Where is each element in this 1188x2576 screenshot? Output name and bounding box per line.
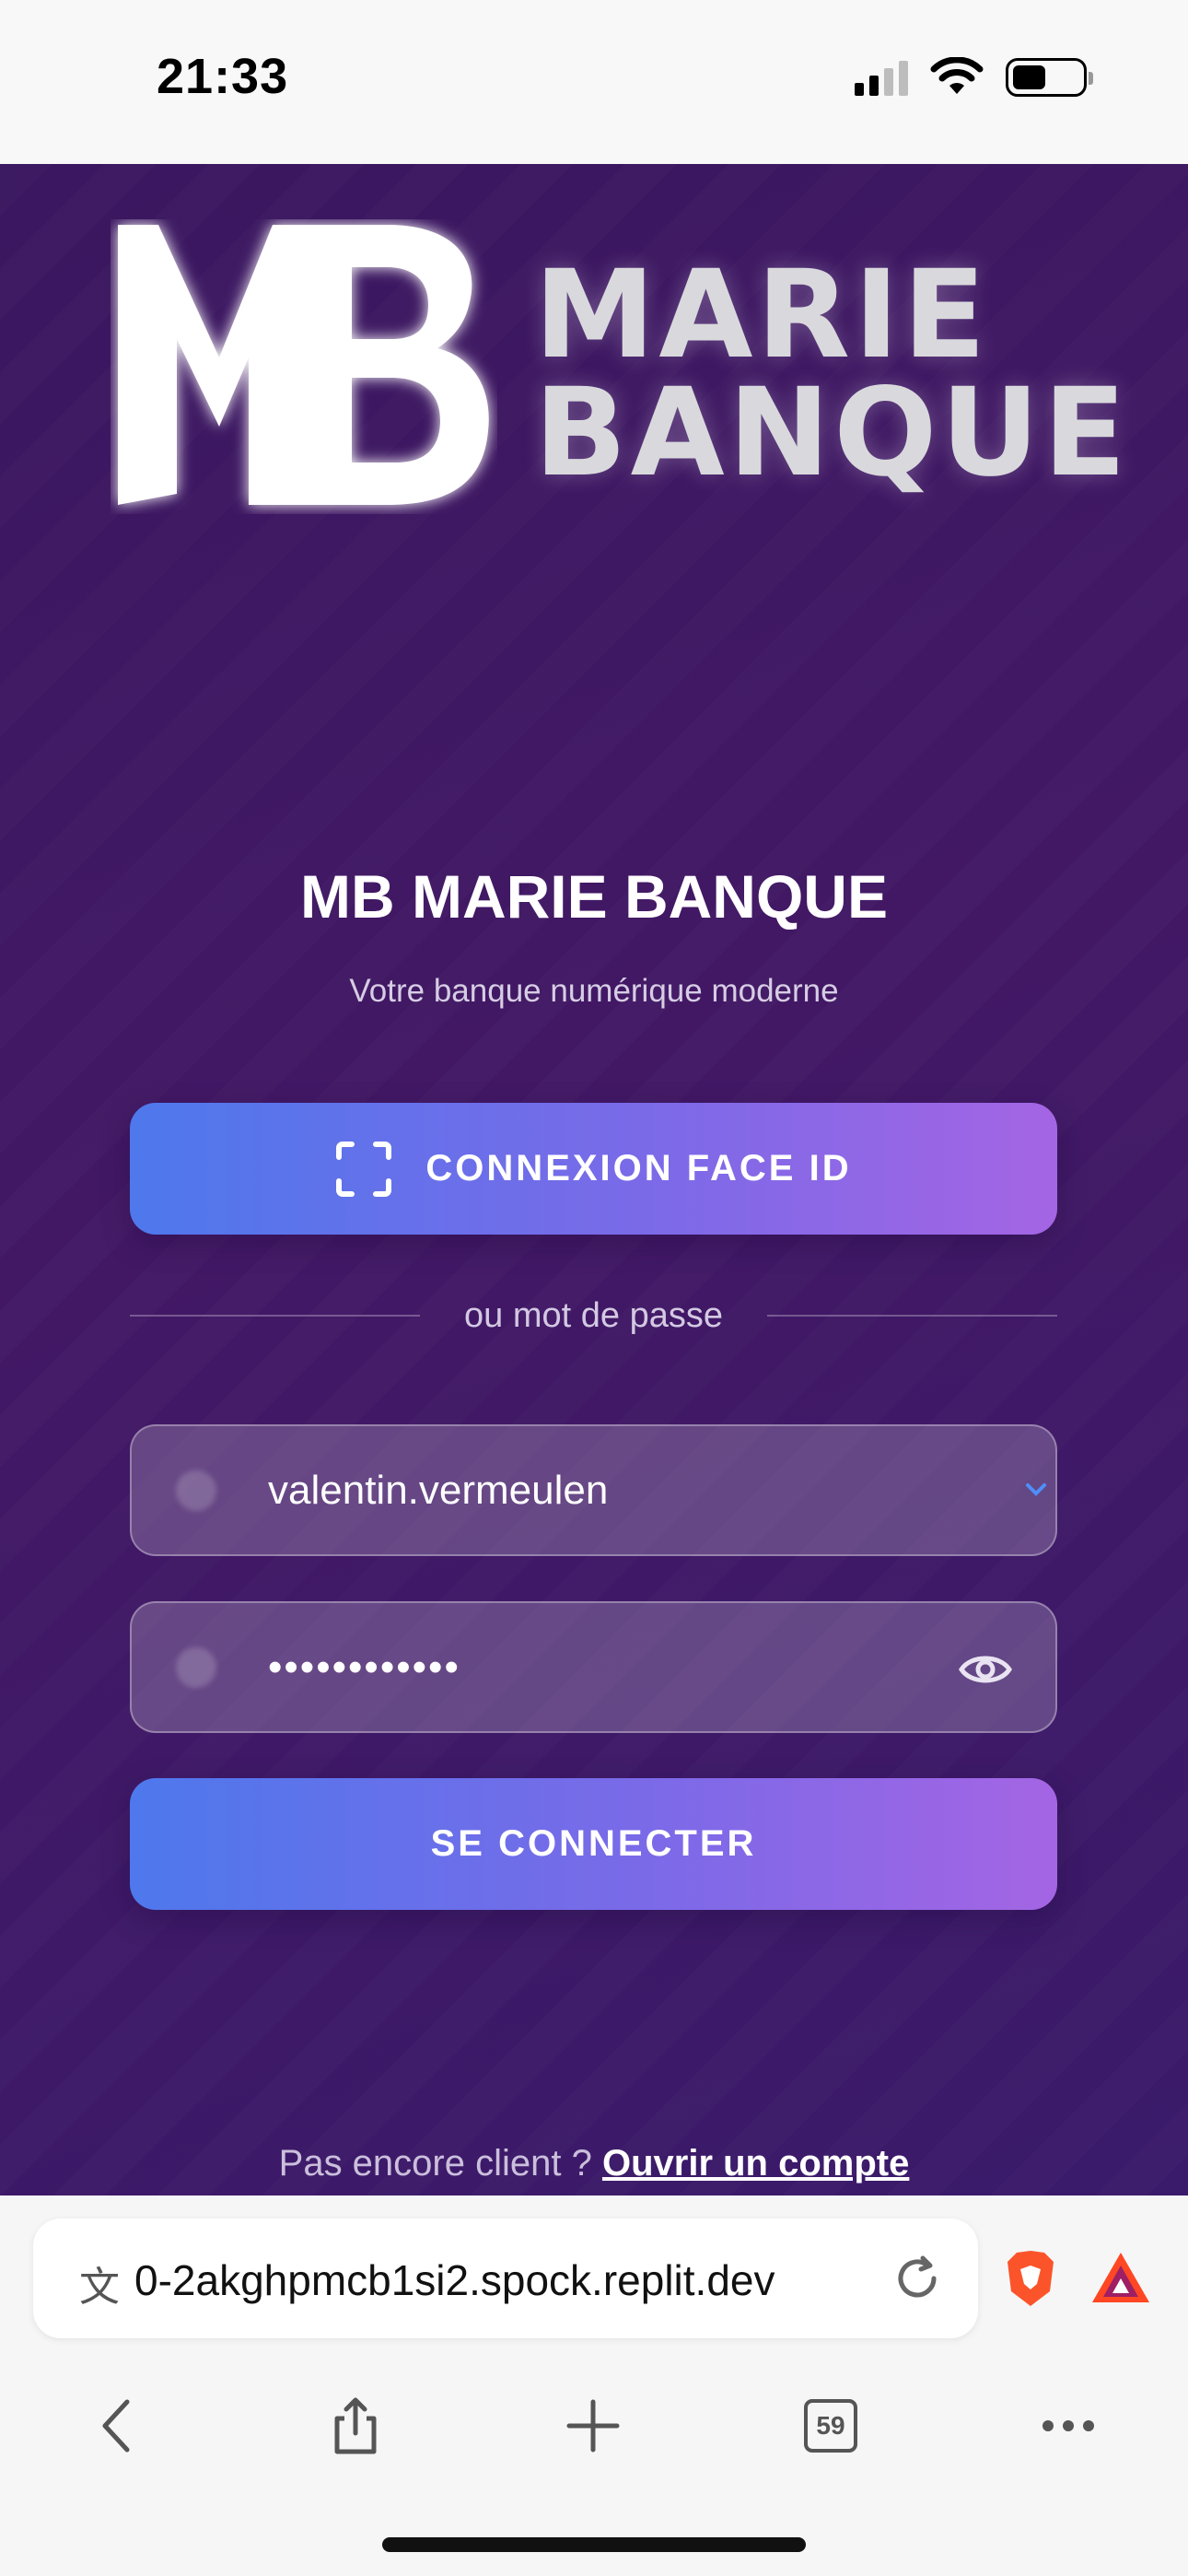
password-divider: ou mot de passe xyxy=(130,1288,1057,1343)
lock-icon xyxy=(176,1647,216,1688)
bat-rewards-icon[interactable] xyxy=(1090,2251,1151,2304)
browser-toolbar: 59 xyxy=(0,2371,1188,2481)
cellular-signal-icon xyxy=(855,59,908,96)
wifi-icon xyxy=(930,57,984,94)
brave-shields-icon[interactable] xyxy=(1004,2249,1057,2308)
new-tab-button[interactable] xyxy=(538,2371,648,2481)
faceid-scan-icon xyxy=(336,1141,392,1197)
signup-prompt-text: Pas encore client ? xyxy=(278,2143,592,2184)
connect-button[interactable]: SE CONNECTER xyxy=(130,1778,1057,1910)
plus-icon xyxy=(566,2399,620,2453)
divider-line-left xyxy=(130,1315,421,1317)
chevron-down-icon[interactable] xyxy=(1020,1474,1052,1505)
more-menu-button[interactable] xyxy=(1013,2371,1124,2481)
username-value: valentin.vermeulen xyxy=(268,1467,609,1513)
logo-line2: BANQUE xyxy=(534,362,1130,504)
status-time: 21:33 xyxy=(157,49,289,104)
battery-icon xyxy=(1006,58,1093,97)
address-bar[interactable]: 文 0-2akghpmcb1si2.spock.replit.dev xyxy=(33,2219,978,2338)
status-bar: 21:33 xyxy=(0,0,1188,164)
reload-icon[interactable] xyxy=(890,2251,945,2306)
password-value: •••••••••••• xyxy=(268,1644,460,1690)
divider-line-right xyxy=(766,1315,1057,1317)
status-icons xyxy=(855,57,1093,98)
tab-count-badge: 59 xyxy=(804,2399,857,2453)
marie-banque-logo: MARIE BANQUE xyxy=(101,219,1126,533)
home-indicator xyxy=(382,2537,806,2552)
more-dots-icon xyxy=(1042,2420,1094,2431)
username-field[interactable]: valentin.vermeulen xyxy=(130,1424,1057,1556)
connect-button-label: SE CONNECTER xyxy=(430,1823,757,1864)
password-field[interactable]: •••••••••••• xyxy=(130,1601,1057,1733)
logo-wordmark: MARIE BANQUE xyxy=(534,244,1130,504)
faceid-button-label: CONNEXION FACE ID xyxy=(425,1148,852,1188)
mb-monogram-icon xyxy=(118,225,489,505)
open-account-link[interactable]: Ouvrir un compte xyxy=(602,2143,909,2184)
url-text: 0-2akghpmcb1si2.spock.replit.dev xyxy=(134,2256,775,2304)
back-button[interactable] xyxy=(63,2371,173,2481)
browser-chrome: 文 0-2akghpmcb1si2.spock.replit.dev 59 xyxy=(0,2195,1188,2576)
signup-prompt: Pas encore client ? Ouvrir un compte xyxy=(0,2143,1188,2184)
page-title: MB MARIE BANQUE xyxy=(300,862,888,931)
share-icon xyxy=(334,2397,377,2454)
logo-line1: MARIE xyxy=(534,244,990,386)
tabs-button[interactable]: 59 xyxy=(775,2371,886,2481)
page-subtitle: Votre banque numérique moderne xyxy=(349,973,839,1009)
share-button[interactable] xyxy=(300,2371,411,2481)
eye-icon[interactable] xyxy=(958,1644,1013,1695)
faceid-login-button[interactable]: CONNEXION FACE ID xyxy=(130,1103,1057,1235)
divider-text: ou mot de passe xyxy=(464,1295,723,1335)
translate-icon[interactable]: 文 xyxy=(79,2254,120,2313)
user-icon xyxy=(176,1470,216,1511)
chevron-left-icon xyxy=(102,2399,130,2453)
